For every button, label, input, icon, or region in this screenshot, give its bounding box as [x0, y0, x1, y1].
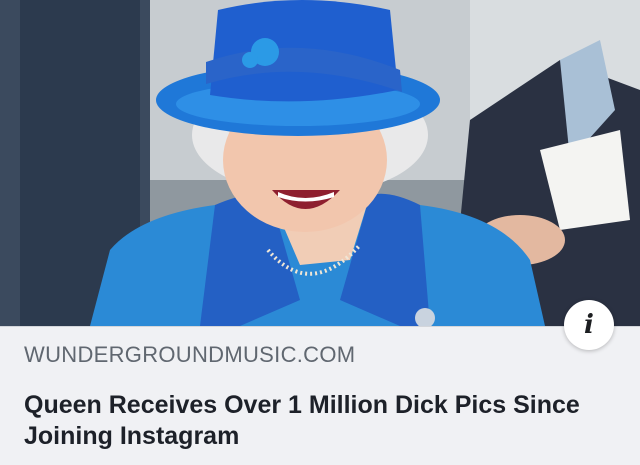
link-headline[interactable]: Queen Receives Over 1 Million Dick Pics …	[24, 390, 624, 452]
info-button[interactable]: i	[564, 300, 614, 350]
link-domain: WUNDERGROUNDMUSIC.COM	[24, 342, 356, 367]
divider	[0, 326, 640, 327]
info-icon: i	[584, 310, 594, 340]
preview-image[interactable]	[0, 0, 640, 326]
photo-illustration	[0, 0, 640, 326]
link-preview-card[interactable]: i WUNDERGROUNDMUSIC.COM Queen Receives O…	[0, 0, 640, 465]
link-meta[interactable]: WUNDERGROUNDMUSIC.COM Queen Receives Ove…	[24, 340, 580, 452]
